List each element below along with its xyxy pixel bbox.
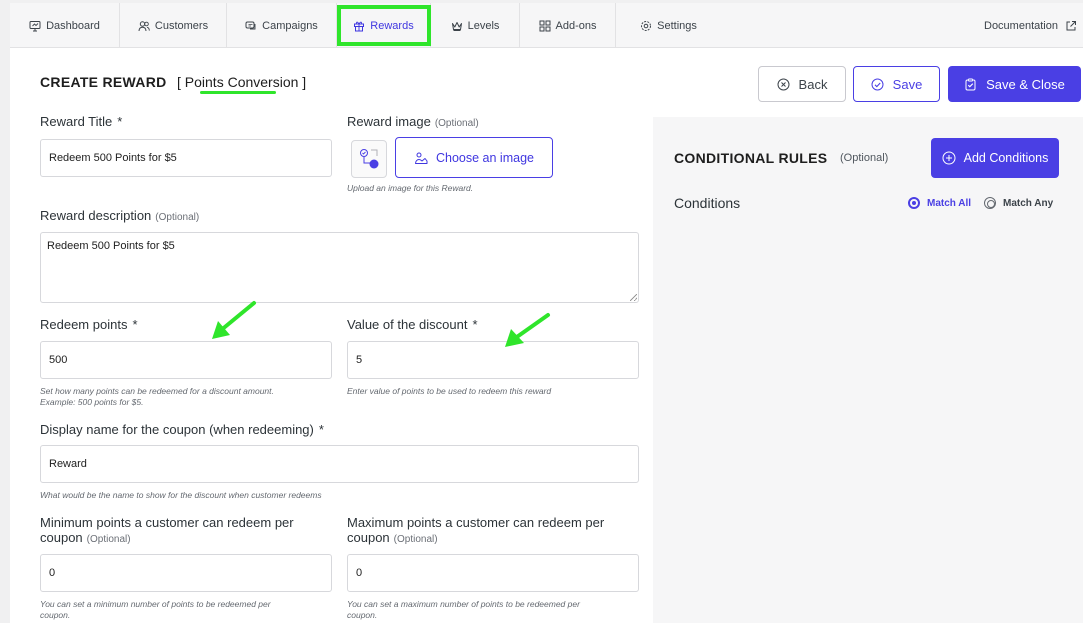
close-circle-icon: [777, 78, 790, 90]
tab-campaigns[interactable]: Campaigns: [227, 3, 337, 48]
conditional-rules-panel: CONDITIONAL RULES (Optional) Add Conditi…: [653, 117, 1083, 623]
coupon-name-input[interactable]: Reward: [40, 445, 639, 483]
reward-description-textarea[interactable]: Redeem 500 Points for $5: [40, 232, 639, 303]
save-button[interactable]: Save: [853, 66, 940, 102]
tab-dashboard[interactable]: Dashboard: [10, 3, 120, 48]
min-points-label: Minimum points a customer can redeem per…: [40, 515, 294, 545]
tab-label: Levels: [467, 19, 500, 32]
gear-icon: [641, 20, 652, 31]
tab-label: Dashboard: [46, 19, 100, 32]
add-conditions-button[interactable]: Add Conditions: [931, 138, 1059, 178]
min-points-hint: You can set a minimum number of points t…: [40, 599, 271, 620]
annotation-underline: [200, 91, 276, 94]
conditions-label: Conditions: [674, 195, 741, 211]
reward-title-input[interactable]: Redeem 500 Points for $5: [40, 139, 332, 177]
save-close-button[interactable]: Save & Close: [948, 66, 1081, 102]
tab-rewards[interactable]: Rewards: [337, 3, 431, 48]
tab-label: Customers: [154, 19, 209, 32]
save-label: Save: [892, 76, 923, 92]
back-label: Back: [798, 76, 828, 92]
crown-icon: [451, 21, 462, 31]
tab-label: Campaigns: [262, 19, 318, 32]
documentation-label: Documentation: [984, 19, 1058, 32]
gift-icon: [354, 21, 365, 31]
clipboard-check-icon: [965, 78, 976, 90]
tab-label: Rewards: [370, 19, 414, 32]
radio-unselected-icon: [984, 197, 996, 209]
resize-handle[interactable]: [630, 294, 637, 301]
tab-label: Settings: [657, 19, 697, 32]
tab-settings[interactable]: Settings: [616, 3, 721, 48]
discount-value-label: Value of the discount *: [347, 317, 478, 332]
redeem-points-label: Redeem points *: [40, 317, 138, 332]
match-any-radio[interactable]: Match Any: [984, 197, 1053, 209]
min-points-input[interactable]: 0: [40, 554, 332, 592]
reward-title-label: Reward Title *: [40, 114, 123, 129]
image-thumbnail[interactable]: [351, 140, 387, 178]
page-subtitle: [ Points Conversion ]: [177, 74, 307, 90]
coupon-name-label: Display name for the coupon (when redeem…: [40, 422, 324, 437]
tab-customers[interactable]: Customers: [120, 3, 227, 48]
choose-image-button[interactable]: Choose an image: [395, 137, 553, 178]
image-placeholder-icon: [360, 149, 379, 169]
app-frame: Dashboard Customers Campaigns Rewards Le…: [10, 3, 1083, 623]
annotation-arrow-redeem: [212, 301, 256, 339]
grid-icon: [539, 20, 550, 31]
plus-circle-icon: [942, 151, 956, 165]
top-nav: Dashboard Customers Campaigns Rewards Le…: [10, 3, 1083, 48]
users-icon: [138, 20, 150, 31]
reward-image-label: Reward image (Optional): [347, 114, 479, 129]
tab-add-ons[interactable]: Add-ons: [520, 3, 616, 48]
save-close-label: Save & Close: [986, 76, 1065, 92]
monitor-icon: [29, 20, 41, 31]
image-upload-icon: [415, 152, 428, 164]
tab-label: Add-ons: [555, 19, 597, 32]
redeem-points-input[interactable]: 500: [40, 341, 332, 379]
tab-levels[interactable]: Levels: [431, 3, 520, 48]
max-points-hint: You can set a maximum number of points t…: [347, 599, 580, 620]
discount-value-hint: Enter value of points to be used to rede…: [347, 386, 552, 396]
max-points-label: Maximum points a customer can redeem per…: [347, 515, 605, 545]
coupon-name-hint: What would be the name to show for the d…: [40, 490, 322, 500]
back-button[interactable]: Back: [758, 66, 846, 102]
redeem-points-hint: Set how many points can be redeemed for …: [40, 386, 274, 407]
check-circle-icon: [871, 78, 884, 90]
documentation-link[interactable]: Documentation: [984, 3, 1077, 48]
rules-title: CONDITIONAL RULES: [674, 150, 828, 166]
page-title: CREATE REWARD: [40, 74, 167, 90]
external-link-icon: [1066, 20, 1076, 30]
chat-icon: [245, 21, 256, 29]
discount-value-input[interactable]: 5: [347, 341, 639, 379]
reward-image-hint: Upload an image for this Reward.: [347, 183, 474, 193]
rules-optional: (Optional): [840, 152, 889, 164]
radio-selected-icon: [908, 197, 920, 209]
max-points-input[interactable]: 0: [347, 554, 639, 592]
reward-description-label: Reward description (Optional): [40, 208, 200, 223]
match-all-radio[interactable]: Match All: [908, 197, 971, 209]
